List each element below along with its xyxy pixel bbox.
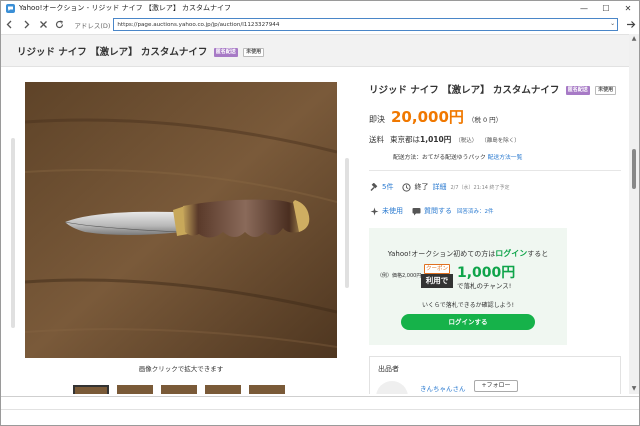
item-title-text: リジッド ナイフ 【激レア】 カスタムナイフ [369, 85, 560, 96]
sparkle-icon [369, 206, 379, 216]
scroll-down-icon[interactable]: ▼ [629, 384, 639, 394]
answered-count[interactable]: 回答済み：2件 [457, 207, 494, 215]
scrollbar-thumb[interactable] [632, 149, 636, 189]
promo-headline-suffix: すると [527, 250, 549, 258]
scroll-up-icon[interactable]: ▲ [629, 34, 639, 44]
anonymous-shipping-badge: 匿名配送 [213, 47, 238, 57]
buy-now-label: 即決 [369, 115, 385, 124]
minimize-button[interactable]: — [573, 1, 595, 15]
detail-link[interactable]: 詳細 [432, 182, 446, 192]
delivery-method-text: 配送方法：おてがる配送ゆうパック [393, 155, 486, 161]
page-content: 画像クリックで拡大できます リジッド ナイフ 【激レア】 カスタムナイフ 匿名配… [1, 68, 629, 394]
chat-bubble-icon [411, 206, 421, 216]
header-title-text: リジッド ナイフ 【激レア】 カスタムナイフ [17, 46, 208, 58]
condition-badge: 未使用 [243, 47, 265, 57]
promo-coupon-row: （例）価格2,000円 クーポン 利用で 1,000円 で落札のチャンス! [377, 264, 562, 294]
shipping-cost: 東京都は1,010円 [390, 134, 451, 145]
sticky-item-header: リジッド ナイフ 【激レア】 カスタムナイフ 匿名配送 未使用 [1, 34, 629, 67]
go-arrow-icon[interactable] [623, 16, 639, 33]
delivery-methods-link[interactable]: 配送方法一覧 [488, 155, 523, 161]
coupon-amount: 1,000円 [457, 265, 516, 281]
chevron-down-icon[interactable]: ⌄ [610, 20, 615, 27]
price-row: 即決 20,000円 （税 0 円） [369, 106, 502, 127]
stop-icon[interactable] [35, 16, 52, 33]
forward-arrow-icon[interactable] [18, 16, 35, 33]
thumbnail-strip [73, 385, 285, 394]
promo-login-highlight: ログイン [495, 249, 528, 258]
condition-badge: 未使用 [595, 86, 617, 95]
browser-window: Yahoo!オークション - リジッド ナイフ 【激レア】 カスタムナイフ — … [0, 0, 640, 426]
divider [369, 170, 621, 171]
end-time: 2/7（水）21:14 終了予定 [450, 184, 510, 191]
thumbnail-3[interactable] [161, 385, 197, 394]
header-item-title: リジッド ナイフ 【激レア】 カスタムナイフ 匿名配送 未使用 [17, 44, 265, 58]
item-main-photo[interactable] [25, 82, 337, 358]
promo-headline-prefix: Yahoo!オークション初めての方は [387, 250, 496, 258]
coupon-tag: クーポン [424, 264, 450, 274]
address-bar[interactable]: https://page.auctions.yahoo.co.jp/jp/auc… [113, 18, 619, 31]
seller-avatar[interactable] [376, 381, 408, 394]
anonymous-shipping-badge: 匿名配送 [565, 86, 590, 95]
watch-status-row: 5件 終了 詳細 2/7（水）21:14 終了予定 [369, 182, 510, 192]
coupon-desc: で落札のチャンス! [457, 282, 512, 290]
window-title: Yahoo!オークション - リジッド ナイフ 【激レア】 カスタムナイフ [19, 4, 232, 12]
maximize-button[interactable]: ☐ [595, 1, 617, 15]
coupon-use-label: 利用で [421, 274, 453, 288]
address-label: アドレス(D) [74, 21, 111, 30]
back-arrow-icon[interactable] [1, 16, 18, 33]
title-bar: Yahoo!オークション - リジッド ナイフ 【激レア】 カスタムナイフ — … [1, 1, 639, 15]
watch-count[interactable]: 5件 [382, 182, 393, 192]
auction-status: 終了 [414, 183, 429, 191]
photo-caption: 画像クリックで拡大できます [138, 365, 224, 373]
price-tax: （税 0 円） [467, 116, 503, 124]
delivery-method: 配送方法：おてがる配送ゆうパック 配送方法一覧 [393, 152, 522, 161]
shipping-tax: （税込） [455, 138, 478, 144]
promo-subtext: いくらで落札できるか確認しよう! [421, 302, 515, 309]
login-promo-box: Yahoo!オークション初めての方はログインすると （例）価格2,000円 クー… [369, 228, 567, 345]
promo-headline: Yahoo!オークション初めての方はログインすると [369, 248, 567, 259]
shipping-region: 東京都は [390, 135, 420, 144]
hammer-icon [369, 182, 379, 192]
question-link[interactable]: 質問する [424, 206, 452, 216]
shipping-label: 送料 [369, 135, 384, 144]
bottom-bar [1, 409, 639, 425]
item-title: リジッド ナイフ 【激レア】 カスタムナイフ 匿名配送 未使用 [369, 82, 617, 96]
seller-box: 出品者 きんちゃんさん +フォロー [369, 356, 621, 394]
promo-example-price: （例）価格2,000円 [377, 273, 422, 279]
clock-icon [401, 182, 411, 192]
follow-button[interactable]: +フォロー [474, 380, 518, 392]
reload-icon[interactable] [51, 16, 68, 33]
thumbnail-1[interactable] [73, 385, 109, 394]
seller-name[interactable]: きんちゃんさん [420, 383, 466, 393]
page-scrollbar[interactable]: ▲ ▼ [629, 34, 639, 394]
thumbnail-5[interactable] [249, 385, 285, 394]
shipping-fee: 1,010円 [420, 135, 452, 144]
buy-now-price: 20,000円 [391, 108, 464, 126]
thumbnail-4[interactable] [205, 385, 241, 394]
app-icon [6, 3, 15, 13]
thumbnail-2[interactable] [117, 385, 153, 394]
address-url[interactable]: https://page.auctions.yahoo.co.jp/jp/auc… [117, 22, 279, 28]
coupon-icon: クーポン 利用で [421, 264, 453, 290]
shipping-row: 送料 東京都は1,010円 （税込） （離島を除く） [369, 134, 520, 145]
close-button[interactable]: ✕ [617, 1, 639, 15]
login-button[interactable]: ログインする [401, 314, 535, 330]
condition-question-row: 未使用 質問する 回答済み：2件 [369, 206, 494, 216]
shipping-note: （離島を除く） [481, 138, 520, 144]
toolbar: アドレス(D) https://page.auctions.yahoo.co.j… [1, 15, 639, 34]
status-bar [1, 396, 639, 409]
gallery-right-scroll[interactable] [345, 158, 349, 288]
gallery-left-scroll[interactable] [11, 138, 15, 328]
seller-heading: 出品者 [378, 365, 399, 373]
condition-text[interactable]: 未使用 [382, 206, 403, 216]
